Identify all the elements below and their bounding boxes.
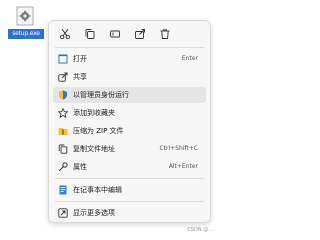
copy-path-shortcut: Ctrl+Shift+C	[159, 145, 198, 152]
copy-icon[interactable]	[84, 28, 96, 40]
properties-shortcut: Alt+Enter	[168, 163, 198, 170]
separator	[55, 201, 204, 202]
menu-item-edit-notepad[interactable]: 在记事本中编辑	[53, 182, 206, 198]
rename-icon[interactable]	[109, 28, 121, 40]
context-menu: 打开 Enter 共享 以管理员身份运行 添加到收藏夹 压缩为 ZIP 文件 复…	[48, 20, 211, 223]
menu-item-share[interactable]: 共享	[53, 69, 206, 85]
edit-notepad-label: 在记事本中编辑	[73, 186, 122, 194]
share-icon[interactable]	[134, 28, 146, 40]
open-label: 打开	[73, 55, 87, 63]
desktop-file[interactable]: setup.exe	[8, 4, 44, 40]
admin-shield-icon	[58, 90, 68, 100]
open-shortcut: Enter	[181, 55, 198, 62]
quick-action-bar	[49, 24, 210, 44]
menu-item-run-as-admin[interactable]: 以管理员身份运行	[53, 87, 206, 103]
executable-gear-icon	[16, 6, 34, 26]
more-options-label: 显示更多选项	[73, 209, 115, 217]
properties-label: 属性	[73, 163, 87, 171]
notepad-icon	[58, 185, 68, 195]
run-as-admin-label: 以管理员身份运行	[73, 91, 129, 99]
share-label: 共享	[73, 73, 87, 81]
star-icon	[58, 108, 68, 118]
wrench-icon	[58, 162, 68, 172]
menu-item-properties[interactable]: 属性 Alt+Enter	[53, 159, 206, 175]
file-name-label: setup.exe	[8, 29, 44, 39]
zip-folder-icon	[58, 126, 68, 136]
cut-icon[interactable]	[59, 28, 71, 40]
menu-item-copy-path[interactable]: 复制文件地址 Ctrl+Shift+C	[53, 141, 206, 157]
open-icon	[58, 54, 68, 64]
add-favorites-label: 添加到收藏夹	[73, 109, 115, 117]
separator	[55, 178, 204, 179]
more-options-icon	[58, 208, 68, 218]
menu-item-more-options[interactable]: 显示更多选项	[53, 205, 206, 221]
menu-item-open[interactable]: 打开 Enter	[53, 51, 206, 67]
copy-path-label: 复制文件地址	[73, 145, 115, 153]
compress-zip-label: 压缩为 ZIP 文件	[73, 127, 124, 135]
copy-path-icon	[58, 144, 68, 154]
menu-item-add-favorites[interactable]: 添加到收藏夹	[53, 105, 206, 121]
separator	[55, 47, 204, 48]
share-icon	[58, 72, 68, 82]
watermark: CSDN @...	[187, 227, 213, 233]
menu-item-compress-zip[interactable]: 压缩为 ZIP 文件	[53, 123, 206, 139]
delete-icon[interactable]	[159, 28, 171, 40]
